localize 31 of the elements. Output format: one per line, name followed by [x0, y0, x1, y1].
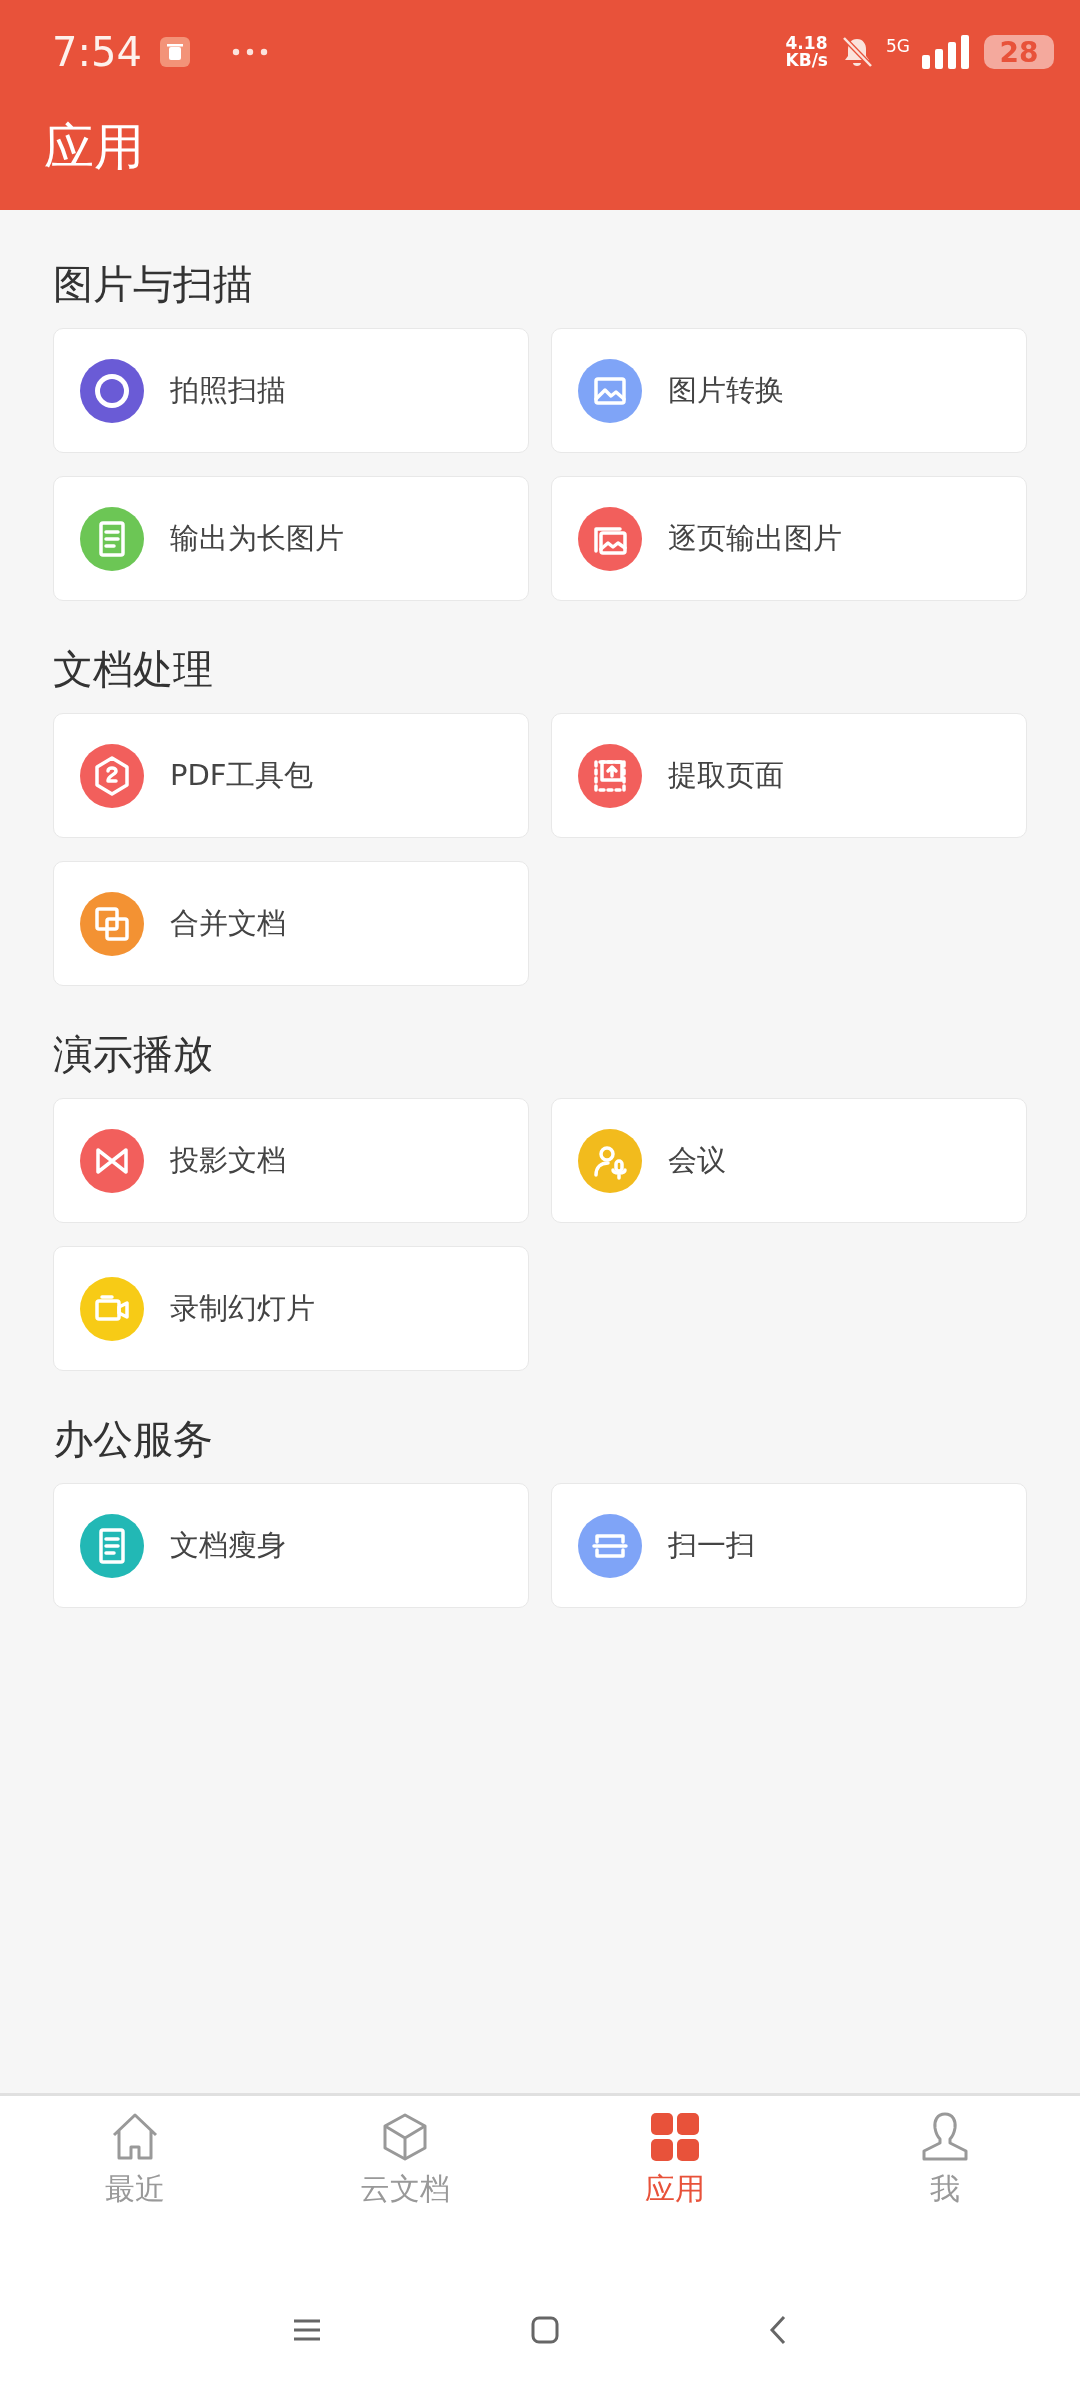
app-card[interactable]: 录制幻灯片 [53, 1246, 529, 1371]
nav-tab[interactable]: 应用 [540, 2110, 810, 2280]
speed-unit: KB/s [785, 52, 828, 69]
page-title: 应用 [43, 117, 145, 178]
trash-icon [159, 37, 190, 67]
section-title: 演示播放 [53, 1030, 214, 1079]
app-card[interactable]: 输出为长图片 [53, 476, 529, 601]
app-card[interactable]: 图片转换 [551, 328, 1027, 453]
section-title: 办公服务 [53, 1415, 214, 1464]
app-card[interactable]: 拍照扫描 [53, 328, 529, 453]
more-icon [231, 48, 268, 56]
app-card[interactable]: 文档瘦身 [53, 1483, 529, 1608]
app-card[interactable]: 扫一扫 [551, 1483, 1027, 1608]
app-card[interactable]: 合并文档 [53, 861, 529, 986]
bell-muted-icon [840, 35, 874, 69]
app-card[interactable]: PDF工具包 [53, 713, 529, 838]
speed-value: 4.18 [785, 35, 828, 52]
app-card[interactable]: 会议 [551, 1098, 1027, 1223]
home-button-icon[interactable] [531, 2316, 559, 2344]
section-title: 图片与扫描 [53, 260, 254, 309]
menu-icon[interactable] [293, 2319, 321, 2341]
app-card[interactable]: 逐页输出图片 [551, 476, 1027, 601]
app-card[interactable]: 投影文档 [53, 1098, 529, 1223]
back-icon[interactable] [769, 2315, 787, 2345]
status-time: 7:54 [52, 29, 142, 75]
network-label: 5G [886, 36, 910, 56]
battery-percent: 28 [999, 35, 1039, 69]
grid-icon [649, 2111, 701, 2163]
app-card[interactable]: 提取页面 [551, 713, 1027, 838]
section-title: 文档处理 [53, 645, 214, 694]
signal-icon [922, 35, 972, 69]
